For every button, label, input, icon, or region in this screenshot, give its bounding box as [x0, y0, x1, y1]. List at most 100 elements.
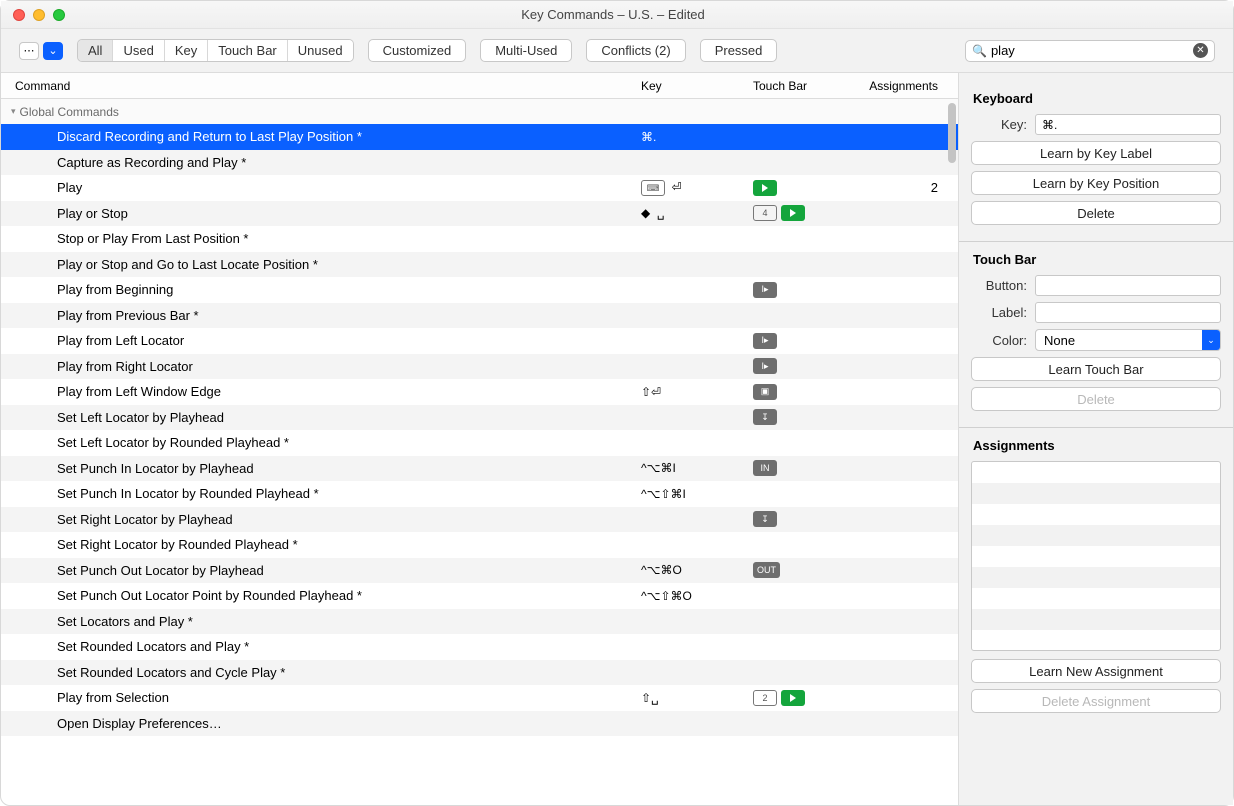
- table-row[interactable]: Set Punch Out Locator Point by Rounded P…: [1, 583, 958, 609]
- key-shortcut: ⇧␣: [641, 691, 753, 705]
- touchbar-play-icon: I▸: [753, 358, 777, 374]
- touchbar-play-icon: [781, 690, 805, 706]
- options-menu-button[interactable]: ⋯: [19, 42, 39, 60]
- table-row[interactable]: Play from Left Window Edge⇧⏎▣: [1, 379, 958, 405]
- table-row[interactable]: Set Punch In Locator by Rounded Playhead…: [1, 481, 958, 507]
- command-name: Play or Stop and Go to Last Locate Posit…: [57, 257, 641, 272]
- table-row[interactable]: Discard Recording and Return to Last Pla…: [1, 124, 958, 150]
- search-icon: 🔍: [972, 44, 987, 58]
- command-name: Set Rounded Locators and Cycle Play *: [57, 665, 641, 680]
- table-row[interactable]: Play⌨ ⏎2: [1, 175, 958, 201]
- table-row[interactable]: Set Punch Out Locator by Playhead^⌥⌘OOUT: [1, 558, 958, 584]
- command-name: Set Rounded Locators and Play *: [57, 639, 641, 654]
- search-input[interactable]: [991, 43, 1189, 58]
- touchbar-cell: ↧: [753, 409, 863, 425]
- touchbar-out-icon: OUT: [753, 562, 780, 578]
- command-name: Set Left Locator by Rounded Playhead *: [57, 435, 641, 450]
- touchbar-locator-icon: ↧: [753, 409, 777, 425]
- touchbar-cell: [753, 180, 863, 196]
- touchbar-cell: IN: [753, 460, 863, 476]
- filter-touch[interactable]: Touch Bar: [208, 40, 288, 61]
- table-row[interactable]: Open Display Preferences…: [1, 711, 958, 737]
- filter-all[interactable]: All: [78, 40, 113, 61]
- touchbar-cell: I▸: [753, 333, 863, 349]
- table-row[interactable]: Play from Left Locator I▸: [1, 328, 958, 354]
- learn-touchbar-button[interactable]: Learn Touch Bar: [971, 357, 1221, 381]
- touchbar-cell: ▣: [753, 384, 863, 400]
- table-row[interactable]: Set Locators and Play *: [1, 609, 958, 635]
- key-shortcut: ^⌥⇧⌘O: [641, 589, 753, 603]
- command-name: Capture as Recording and Play *: [57, 155, 641, 170]
- group-row[interactable]: ▾Global Commands: [1, 99, 958, 124]
- scrollbar[interactable]: [948, 103, 956, 163]
- color-select[interactable]: None ⌄: [1035, 329, 1221, 351]
- filter-unused[interactable]: Unused: [288, 40, 353, 61]
- search-field[interactable]: 🔍 ✕: [965, 40, 1215, 62]
- filter-used[interactable]: Used: [113, 40, 164, 61]
- table-row[interactable]: Play or Stop◆ ␣4: [1, 201, 958, 227]
- table-row[interactable]: Play from Right LocatorI▸: [1, 354, 958, 380]
- command-name: Set Punch Out Locator Point by Rounded P…: [57, 588, 641, 603]
- command-name: Set Punch Out Locator by Playhead: [57, 563, 641, 578]
- assignments-section-title: Assignments: [973, 438, 1221, 453]
- table-row[interactable]: Set Right Locator by Rounded Playhead *: [1, 532, 958, 558]
- column-key[interactable]: Key: [641, 79, 753, 93]
- learn-assignment-button[interactable]: Learn New Assignment: [971, 659, 1221, 683]
- column-assignments[interactable]: Assignments: [863, 79, 958, 93]
- touchbar-play-icon: I▸: [753, 282, 777, 298]
- table-row[interactable]: Capture as Recording and Play *: [1, 150, 958, 176]
- table-row[interactable]: Play from Beginning I▸: [1, 277, 958, 303]
- touchbar-cell: I▸: [753, 282, 863, 298]
- key-field[interactable]: ⌘.: [1035, 114, 1221, 135]
- command-name: Open Display Preferences…: [57, 716, 641, 731]
- close-button[interactable]: [13, 9, 25, 21]
- toolbar: ⋯ ⌄ All Used Key Touch Bar Unused Custom…: [1, 29, 1233, 73]
- table-row[interactable]: Play or Stop and Go to Last Locate Posit…: [1, 252, 958, 278]
- delete-assignment-button[interactable]: Delete Assignment: [971, 689, 1221, 713]
- touchbar-cell: ↧: [753, 511, 863, 527]
- conflicts-button[interactable]: Conflicts (2): [586, 39, 685, 62]
- column-command[interactable]: Command: [15, 79, 641, 93]
- table-row[interactable]: Set Punch In Locator by Playhead^⌥⌘IIN: [1, 456, 958, 482]
- command-name: Play from Beginning: [57, 282, 641, 297]
- touchbar-cell: 4: [753, 205, 863, 221]
- color-value: None: [1044, 333, 1075, 348]
- zoom-button[interactable]: [53, 9, 65, 21]
- table-row[interactable]: Set Rounded Locators and Play *: [1, 634, 958, 660]
- learn-key-label-button[interactable]: Learn by Key Label: [971, 141, 1221, 165]
- command-name: Play or Stop: [57, 206, 641, 221]
- column-touch[interactable]: Touch Bar: [753, 79, 863, 93]
- titlebar: Key Commands – U.S. – Edited: [1, 1, 1233, 29]
- filter-key[interactable]: Key: [165, 40, 208, 61]
- button-field[interactable]: [1035, 275, 1221, 296]
- table-row[interactable]: Set Rounded Locators and Cycle Play *: [1, 660, 958, 686]
- key-shortcut: ^⌥⇧⌘I: [641, 487, 753, 501]
- table-header: Command Key Touch Bar Assignments: [1, 73, 958, 99]
- clear-search-icon[interactable]: ✕: [1193, 43, 1208, 58]
- table-row[interactable]: Play from Previous Bar *: [1, 303, 958, 329]
- command-name: Play from Left Locator: [57, 333, 641, 348]
- table-row[interactable]: Stop or Play From Last Position *: [1, 226, 958, 252]
- pressed-button[interactable]: Pressed: [700, 39, 778, 62]
- delete-key-button[interactable]: Delete: [971, 201, 1221, 225]
- window-controls: [13, 9, 65, 21]
- learn-key-position-button[interactable]: Learn by Key Position: [971, 171, 1221, 195]
- command-name: Play: [57, 180, 641, 195]
- assignments-list[interactable]: [971, 461, 1221, 651]
- table-row[interactable]: Set Left Locator by Playhead↧: [1, 405, 958, 431]
- key-shortcut: ^⌥⌘O: [641, 563, 753, 577]
- command-name: Set Locators and Play *: [57, 614, 641, 629]
- customized-button[interactable]: Customized: [368, 39, 467, 62]
- table-row[interactable]: Set Right Locator by Playhead↧: [1, 507, 958, 533]
- delete-touchbar-button[interactable]: Delete: [971, 387, 1221, 411]
- multi-used-button[interactable]: Multi-Used: [480, 39, 572, 62]
- options-dropdown-icon[interactable]: ⌄: [43, 42, 63, 60]
- commands-table: Command Key Touch Bar Assignments ▾Globa…: [1, 73, 959, 805]
- minimize-button[interactable]: [33, 9, 45, 21]
- touchbar-play-icon: [753, 180, 777, 196]
- table-row[interactable]: Play from Selection⇧␣2: [1, 685, 958, 711]
- table-body: ▾Global CommandsDiscard Recording and Re…: [1, 99, 958, 805]
- table-row[interactable]: Set Left Locator by Rounded Playhead *: [1, 430, 958, 456]
- touchbar-cell: I▸: [753, 358, 863, 374]
- label-field[interactable]: [1035, 302, 1221, 323]
